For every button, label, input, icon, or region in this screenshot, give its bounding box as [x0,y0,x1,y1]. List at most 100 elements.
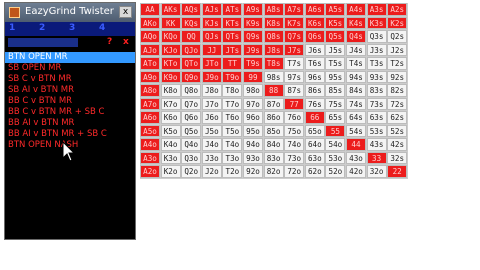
range-list-item[interactable]: SB OPEN MR [5,63,135,74]
hand-cell[interactable]: 96s [304,70,325,84]
hand-cell[interactable]: Q3o [181,151,202,165]
hand-cell[interactable]: 52s [387,124,408,138]
hand-cell[interactable]: Q2s [387,30,408,43]
hand-cell[interactable]: 43o [346,151,366,165]
hand-cell[interactable]: Q6o [181,111,202,124]
hand-cell[interactable]: J7o [201,97,222,111]
hand-cell[interactable]: 76o [284,111,305,124]
hand-cell[interactable]: A5o [140,124,160,138]
hand-cell[interactable]: 32o [366,165,387,178]
range-list-item[interactable]: SB AI v BTN MR [5,85,135,96]
hand-cell[interactable]: A7o [140,97,160,111]
range-list-item[interactable]: BB AI v BTN MR [5,118,135,129]
hand-cell[interactable]: 85o [263,124,284,138]
hand-cell[interactable]: 86o [263,111,284,124]
hand-cell[interactable]: A4o [140,138,160,151]
hand-cell[interactable]: A7s [284,3,305,16]
hand-cell[interactable]: 66 [304,111,325,124]
hand-cell[interactable]: 74o [284,138,305,151]
hand-cell[interactable]: K2s [387,16,408,30]
hand-cell[interactable]: A3o [140,151,160,165]
hand-cell[interactable]: 88 [263,84,284,97]
hand-cell[interactable]: T2o [222,165,243,178]
hand-cell[interactable]: 84s [346,84,366,97]
hand-cell[interactable]: J3o [201,151,222,165]
hand-cell[interactable]: 97o [243,97,263,111]
range-list-item[interactable]: BB C v BTN MR + SB C [5,107,135,118]
hand-cell[interactable]: 95s [325,70,346,84]
title-bar[interactable]: EazyGrind Twister x [5,3,135,22]
hand-cell[interactable]: 73s [366,97,387,111]
hand-cell[interactable]: 98s [263,70,284,84]
hand-cell[interactable]: K7s [284,16,305,30]
hand-cell[interactable]: 64o [304,138,325,151]
hand-cell[interactable]: 55 [325,124,346,138]
hand-cell[interactable]: A9s [243,3,263,16]
hand-cell[interactable]: J8o [201,84,222,97]
hand-cell[interactable]: 72o [284,165,305,178]
hand-cell[interactable]: 93o [243,151,263,165]
hand-cell[interactable]: 74s [346,97,366,111]
hand-cell[interactable]: 87s [284,84,305,97]
hand-cell[interactable]: 83s [366,84,387,97]
hand-cell[interactable]: 54s [346,124,366,138]
hand-cell[interactable]: 22 [387,165,408,178]
hand-cell[interactable]: A2o [140,165,160,178]
hand-cell[interactable]: A9o [140,70,160,84]
hand-cell[interactable]: 97s [284,70,305,84]
hand-cell[interactable]: AJo [140,43,160,57]
hand-cell[interactable]: 64s [346,111,366,124]
hand-cell[interactable]: 65s [325,111,346,124]
hand-cell[interactable]: 98o [243,84,263,97]
hand-cell[interactable]: T9s [243,57,263,70]
hand-cell[interactable]: ATs [222,3,243,16]
hand-cell[interactable]: A3s [366,3,387,16]
hand-cell[interactable]: J7s [284,43,305,57]
hand-cell[interactable]: Q4s [346,30,366,43]
hand-cell[interactable]: 72s [387,97,408,111]
hand-cell[interactable]: 87o [263,97,284,111]
toolbar-item-2[interactable]: 2 [39,23,45,33]
help-button[interactable]: ? [107,37,112,47]
hand-cell[interactable]: 62o [304,165,325,178]
hand-cell[interactable]: Q5s [325,30,346,43]
hand-cell[interactable]: A8s [263,3,284,16]
hand-cell[interactable]: J5s [325,43,346,57]
hand-cell[interactable]: Q7s [284,30,305,43]
hand-cell[interactable]: Q8s [263,30,284,43]
hand-cell[interactable]: AQs [181,3,202,16]
hand-cell[interactable]: KTs [222,16,243,30]
close-button[interactable]: x [119,6,132,18]
hand-cell[interactable]: T5o [222,124,243,138]
hand-cell[interactable]: T3s [366,57,387,70]
hand-cell[interactable]: 42s [387,138,408,151]
hand-cell[interactable]: K6s [304,16,325,30]
hand-cell[interactable]: K9o [160,70,181,84]
hand-cell[interactable]: 86s [304,84,325,97]
hand-cell[interactable]: 43s [366,138,387,151]
hand-cell[interactable]: Q8o [181,84,202,97]
hand-cell[interactable]: A4s [346,3,366,16]
hand-cell[interactable]: Q6s [304,30,325,43]
hand-cell[interactable]: K7o [160,97,181,111]
hand-cell[interactable]: KQs [181,16,202,30]
hand-cell[interactable]: J6s [304,43,325,57]
hand-cell[interactable]: J4s [346,43,366,57]
hand-cell[interactable]: Q2o [181,165,202,178]
hand-cell[interactable]: T8o [222,84,243,97]
hand-cell[interactable]: 33 [366,151,387,165]
hand-cell[interactable]: QJs [201,30,222,43]
hand-cell[interactable]: 77 [284,97,305,111]
hand-cell[interactable]: 52o [325,165,346,178]
hand-cell[interactable]: 96o [243,111,263,124]
hand-cell[interactable]: KJs [201,16,222,30]
hand-cell[interactable]: 32s [387,151,408,165]
hand-cell[interactable]: K8o [160,84,181,97]
hand-cell[interactable]: AJs [201,3,222,16]
hand-cell[interactable]: K5s [325,16,346,30]
hand-cell[interactable]: T4s [346,57,366,70]
hand-cell[interactable]: J6o [201,111,222,124]
clear-button[interactable]: x [123,37,129,47]
hand-cell[interactable]: QTs [222,30,243,43]
hand-cell[interactable]: T7o [222,97,243,111]
